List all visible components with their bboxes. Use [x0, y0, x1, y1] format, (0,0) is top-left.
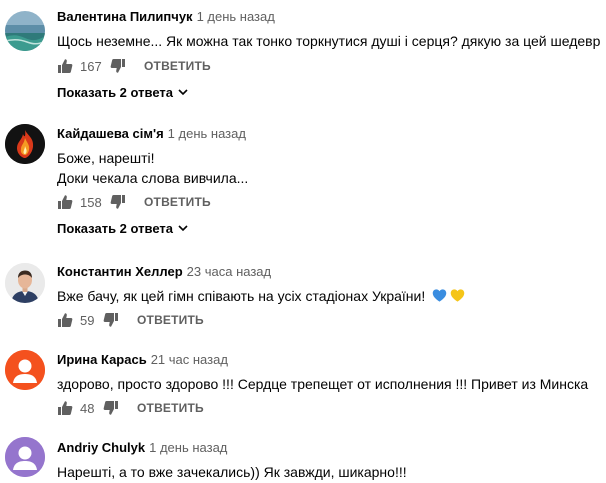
- comment-line: Вже бачу, як цей гімн співають на усіх с…: [57, 286, 606, 308]
- author-name[interactable]: Ирина Карась: [57, 352, 147, 367]
- author-name[interactable]: Andriy Chulyk: [57, 440, 145, 455]
- comment-header: Кайдашева сім'я 1 день назад: [57, 126, 606, 142]
- reply-button[interactable]: ОТВЕТИТЬ: [137, 401, 204, 415]
- like-count: 48: [80, 400, 95, 416]
- avatar[interactable]: [5, 263, 45, 303]
- avatar[interactable]: [5, 11, 45, 51]
- avatar[interactable]: [5, 437, 45, 477]
- comment-text: здорово, просто здорово !!! Сердце трепе…: [57, 374, 606, 394]
- timestamp[interactable]: 1 день назад: [149, 440, 227, 455]
- comment-text: Вже бачу, як цей гімн співають на усіх с…: [57, 286, 606, 308]
- like-icon[interactable]: [57, 58, 73, 74]
- timestamp[interactable]: 21 час назад: [151, 352, 228, 367]
- comment-actions: 59 ОТВЕТИТЬ: [57, 310, 204, 330]
- comment-line: здорово, просто здорово !!! Сердце трепе…: [57, 376, 589, 392]
- comment-header: Andriy Chulyk 1 день назад: [57, 440, 606, 456]
- author-name[interactable]: Кайдашева сім'я: [57, 126, 164, 141]
- yellow-heart-icon: [450, 288, 465, 308]
- comment-actions: 158 ОТВЕТИТЬ: [57, 192, 211, 212]
- show-replies-button[interactable]: Показать 2 ответа: [57, 218, 189, 238]
- timestamp[interactable]: 1 день назад: [168, 126, 246, 141]
- dislike-icon[interactable]: [103, 400, 119, 416]
- comment-line: Щось неземне... Як можна так тонко торкн…: [57, 33, 601, 49]
- show-replies-label: Показать 2 ответа: [57, 84, 173, 100]
- like-count: 59: [80, 312, 95, 328]
- comment-actions: 48 ОТВЕТИТЬ: [57, 398, 204, 418]
- comment-actions: 167 ОТВЕТИТЬ: [57, 56, 211, 76]
- timestamp[interactable]: 23 часа назад: [187, 264, 271, 279]
- comment-line: Нарешті, а то вже зачекались)) Як завжди…: [57, 464, 407, 480]
- like-icon[interactable]: [57, 194, 73, 210]
- reply-button[interactable]: ОТВЕТИТЬ: [144, 195, 211, 209]
- chevron-down-icon: [178, 89, 188, 96]
- like-icon[interactable]: [57, 312, 73, 328]
- like-count: 158: [80, 194, 102, 210]
- person-photo-avatar-icon: [5, 263, 45, 303]
- comment-line: Боже, нарешті!: [57, 150, 155, 166]
- comment-text: Щось неземне... Як можна так тонко торкн…: [57, 31, 606, 51]
- author-name[interactable]: Валентина Пилипчук: [57, 9, 193, 24]
- reply-button[interactable]: ОТВЕТИТЬ: [137, 313, 204, 327]
- reply-button[interactable]: ОТВЕТИТЬ: [144, 59, 211, 73]
- fire-avatar-icon: [5, 124, 45, 164]
- comment-text: Нарешті, а то вже зачекались)) Як завжди…: [57, 462, 606, 482]
- author-name[interactable]: Константин Хеллер: [57, 264, 183, 279]
- dislike-icon[interactable]: [103, 312, 119, 328]
- comment-header: Валентина Пилипчук 1 день назад: [57, 9, 606, 25]
- show-replies-button[interactable]: Показать 2 ответа: [57, 82, 189, 102]
- comment-line: Доки чекала слова вивчила...: [57, 170, 249, 186]
- timestamp[interactable]: 1 день назад: [197, 9, 275, 24]
- comment-header: Ирина Карась 21 час назад: [57, 352, 606, 368]
- like-count: 167: [80, 58, 102, 74]
- avatar[interactable]: [5, 124, 45, 164]
- comment-text: Боже, нарешті! Доки чекала слова вивчила…: [57, 148, 606, 188]
- dislike-icon[interactable]: [110, 58, 126, 74]
- sea-landscape-avatar-icon: [5, 11, 45, 51]
- default-user-avatar-icon: [5, 350, 45, 390]
- blue-heart-icon: [432, 288, 447, 308]
- show-replies-label: Показать 2 ответа: [57, 220, 173, 236]
- like-icon[interactable]: [57, 400, 73, 416]
- comment-line-text: Вже бачу, як цей гімн співають на усіх с…: [57, 288, 426, 304]
- avatar[interactable]: [5, 350, 45, 390]
- chevron-down-icon: [178, 225, 188, 232]
- dislike-icon[interactable]: [110, 194, 126, 210]
- default-user-avatar-icon: [5, 437, 45, 477]
- comment-header: Константин Хеллер 23 часа назад: [57, 264, 606, 280]
